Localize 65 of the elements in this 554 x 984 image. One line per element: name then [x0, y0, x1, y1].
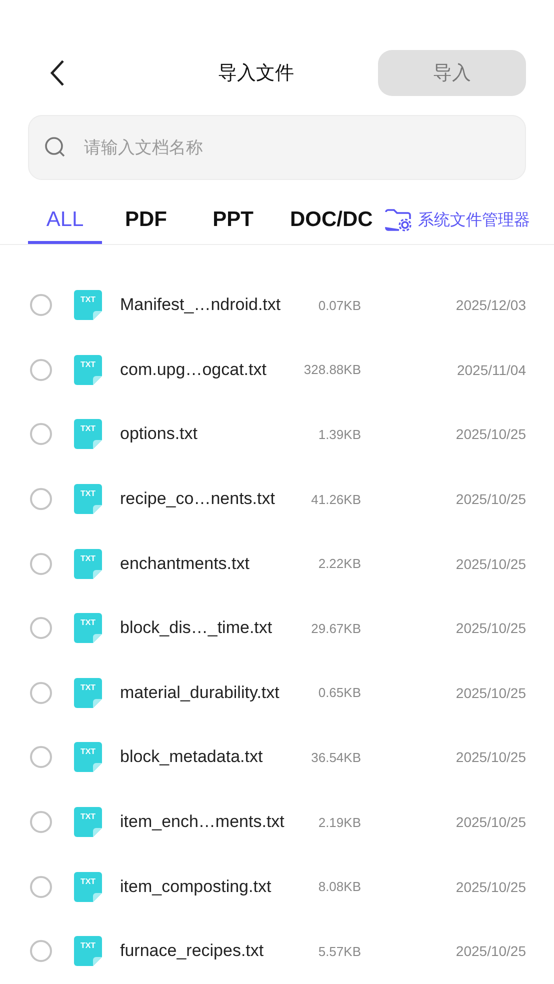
file-name: item_composting.txt	[119, 876, 272, 898]
file-size: 2.19KB	[317, 814, 361, 830]
file-date: 2025/12/03	[454, 297, 526, 314]
file-name: item_ench…ments.txt	[119, 811, 286, 834]
file-date: 2025/10/25	[454, 814, 526, 830]
select-radio[interactable]	[30, 294, 52, 316]
txt-file-icon: TXT	[74, 613, 102, 644]
select-radio[interactable]	[30, 488, 52, 510]
file-date: 2025/10/25	[454, 556, 526, 572]
select-radio[interactable]	[30, 746, 52, 768]
txt-file-icon: TXT	[74, 290, 102, 320]
txt-file-icon: TXT	[74, 742, 102, 772]
file-size: 36.54KB	[310, 750, 361, 765]
file-date: 2025/11/04	[456, 362, 526, 378]
search-field[interactable]: 请输入文档名称	[28, 115, 526, 180]
file-name: com.upg…ogcat.txt	[119, 358, 268, 381]
txt-file-icon: TXT	[74, 807, 102, 838]
select-radio[interactable]	[30, 358, 52, 381]
file-size: 5.57KB	[317, 944, 361, 959]
select-radio[interactable]	[30, 682, 52, 704]
folder-gear-icon	[384, 208, 412, 232]
txt-file-icon: TXT	[74, 872, 102, 902]
file-date: 2025/10/25	[454, 749, 526, 766]
txt-file-icon: TXT	[74, 678, 102, 708]
file-manager-link[interactable]: 系统文件管理器	[384, 208, 530, 244]
txt-file-icon: TXT	[74, 419, 102, 450]
file-date: 2025/10/25	[454, 878, 526, 895]
file-size: 1.39KB	[317, 426, 361, 442]
file-size: 2.22KB	[317, 556, 361, 572]
filter-tab[interactable]: PPT	[206, 208, 260, 244]
file-size: 0.07KB	[317, 298, 361, 313]
file-name: material_durability.txt	[119, 682, 280, 704]
filter-tab[interactable]: ALL	[28, 208, 102, 244]
file-name: recipe_co…nents.txt	[119, 488, 276, 510]
file-name: furnace_recipes.txt	[119, 940, 265, 962]
file-date: 2025/10/25	[454, 620, 526, 636]
page-title: 导入文件	[217, 61, 295, 86]
txt-file-icon: TXT	[74, 484, 102, 514]
file-date: 2025/10/25	[454, 491, 526, 508]
file-size: 29.67KB	[310, 620, 361, 636]
back-icon	[49, 59, 65, 87]
select-radio[interactable]	[30, 940, 52, 962]
filter-tab[interactable]: DOC/DC	[290, 208, 373, 244]
file-date: 2025/10/25	[454, 426, 526, 442]
file-size: 328.88KB	[302, 362, 361, 378]
txt-file-icon: TXT	[74, 936, 102, 966]
txt-file-icon: TXT	[74, 548, 102, 579]
search-icon	[44, 136, 66, 158]
file-name: enchantments.txt	[119, 552, 250, 575]
select-radio[interactable]	[30, 811, 52, 834]
select-radio[interactable]	[30, 552, 52, 575]
txt-file-icon: TXT	[74, 354, 102, 385]
file-date: 2025/10/25	[454, 684, 526, 701]
file-date: 2025/10/25	[454, 943, 526, 960]
file-size: 0.65KB	[317, 685, 361, 700]
file-name: block_metadata.txt	[119, 746, 264, 768]
select-radio[interactable]	[30, 617, 52, 640]
select-radio[interactable]	[30, 876, 52, 898]
filter-tab[interactable]: PDF	[120, 208, 172, 244]
select-radio[interactable]	[30, 423, 52, 446]
file-name: Manifest_…ndroid.txt	[119, 294, 282, 316]
file-name: options.txt	[119, 423, 198, 446]
file-size: 41.26KB	[310, 492, 361, 507]
file-size: 8.08KB	[317, 879, 361, 894]
file-name: block_dis…_time.txt	[119, 617, 274, 640]
